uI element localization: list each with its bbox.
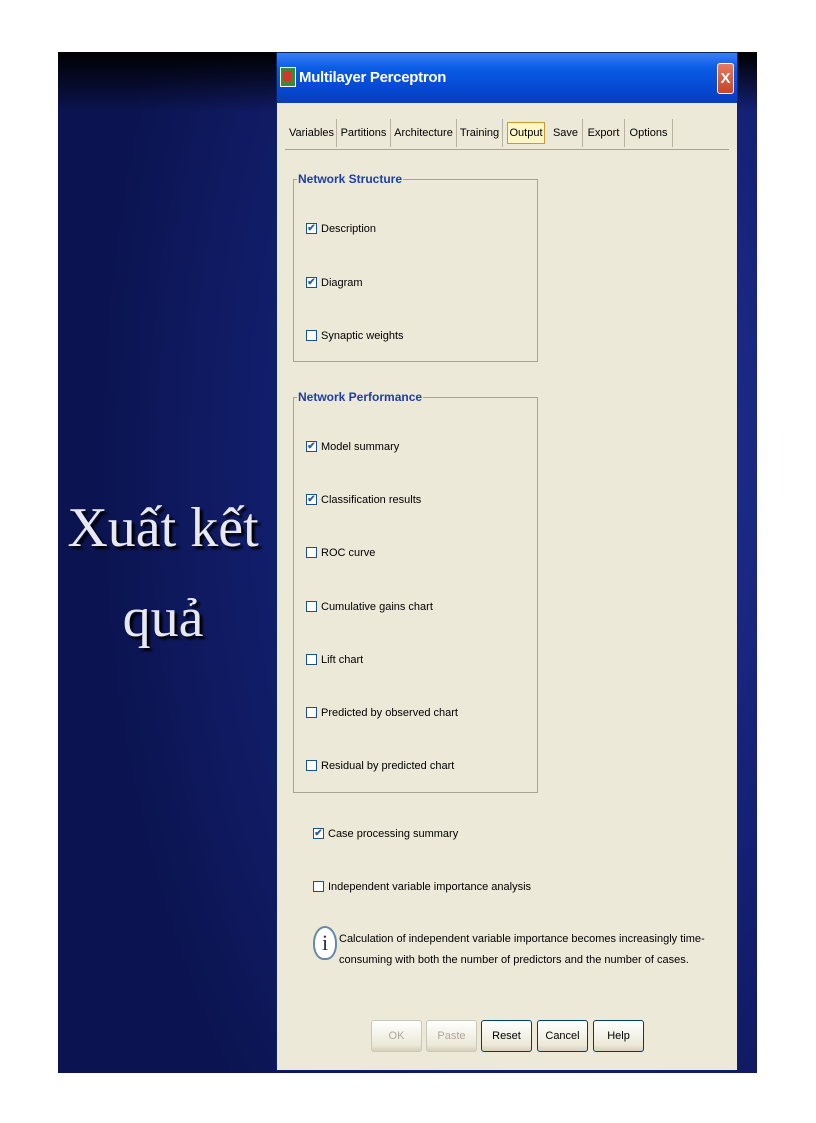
- tab-export[interactable]: Export: [583, 119, 625, 147]
- checkbox-box[interactable]: [306, 547, 317, 558]
- checkbox-label: Classification results: [321, 494, 422, 506]
- checkbox-label: Cumulative gains chart: [321, 601, 433, 613]
- info-message: Calculation of independent variable impo…: [339, 933, 705, 966]
- info-icon: i: [313, 926, 337, 960]
- checkmark-icon[interactable]: ✔: [306, 223, 317, 234]
- tab-options[interactable]: Options: [625, 119, 673, 147]
- checkmark-icon[interactable]: ✔: [313, 828, 324, 839]
- checkbox-box[interactable]: [306, 330, 317, 341]
- tab-output[interactable]: Output: [507, 122, 545, 144]
- ok-button[interactable]: OK: [371, 1020, 422, 1052]
- reset-button[interactable]: Reset: [481, 1020, 532, 1052]
- tab-partitions[interactable]: Partitions: [337, 119, 391, 147]
- slide-title-line1: Xuất kết: [67, 497, 259, 559]
- tab-architecture[interactable]: Architecture: [391, 119, 457, 147]
- slide-title-line2: quả: [122, 587, 204, 649]
- network-performance-group: Network Performance ✔ Model summary ✔ Cl…: [293, 389, 538, 793]
- checkbox-label: Synaptic weights: [321, 330, 404, 342]
- checkbox-box[interactable]: [306, 601, 317, 612]
- checkbox-label: Case processing summary: [328, 828, 459, 840]
- checkbox-box[interactable]: [306, 760, 317, 771]
- checkmark-icon[interactable]: ✔: [306, 494, 317, 505]
- checkbox-box[interactable]: [306, 707, 317, 718]
- checkbox-label: Independent variable importance analysis: [328, 881, 532, 893]
- title-bar[interactable]: Multilayer Perceptron X: [277, 53, 737, 103]
- checkbox-box[interactable]: [306, 654, 317, 665]
- help-button[interactable]: Help: [593, 1020, 644, 1052]
- multilayer-perceptron-dialog: Multilayer Perceptron X Variables Partit…: [276, 52, 738, 1071]
- checkbox-label: Predicted by observed chart: [321, 707, 458, 719]
- checkbox-label: ROC curve: [321, 547, 376, 559]
- window-title: Multilayer Perceptron: [299, 69, 447, 86]
- checkmark-icon[interactable]: ✔: [306, 441, 317, 452]
- cancel-button[interactable]: Cancel: [537, 1020, 588, 1052]
- tab-save[interactable]: Save: [549, 119, 583, 147]
- checkbox-label: Lift chart: [321, 654, 364, 666]
- network-performance-title: Network Performance: [297, 389, 424, 405]
- close-button[interactable]: X: [717, 63, 734, 94]
- network-structure-group: Network Structure ✔ Description ✔ Diagra…: [293, 171, 538, 362]
- tab-variables[interactable]: Variables: [287, 119, 337, 147]
- network-structure-title: Network Structure: [297, 171, 404, 187]
- checkbox-label: Model summary: [321, 441, 400, 453]
- checkbox-box[interactable]: [313, 881, 324, 892]
- tab-underline: [285, 149, 729, 150]
- checkbox-label: Residual by predicted chart: [321, 760, 455, 772]
- app-icon: [280, 67, 296, 87]
- checkmark-icon[interactable]: ✔: [306, 277, 317, 288]
- checkbox-label: Description: [321, 223, 377, 235]
- tab-training[interactable]: Training: [457, 119, 503, 147]
- checkbox-label: Diagram: [321, 277, 363, 289]
- paste-button[interactable]: Paste: [426, 1020, 477, 1052]
